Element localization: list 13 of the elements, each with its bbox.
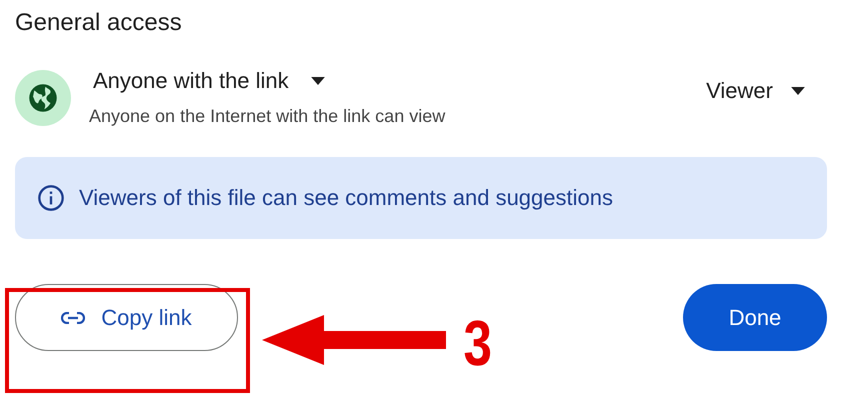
arrow-icon: [262, 313, 448, 367]
link-icon: [61, 312, 86, 324]
banner-text: Viewers of this file can see comments and suggestions: [79, 185, 613, 211]
done-button[interactable]: Done: [683, 284, 827, 351]
caret-icon: [310, 77, 325, 85]
copy-link-button[interactable]: Copy link: [15, 284, 238, 351]
access-description: Anyone on the Internet with the link can view: [89, 106, 446, 127]
section-title: General access: [14, 8, 183, 38]
access-dropdown[interactable]: Anyone with the link: [93, 68, 325, 94]
caret-icon: [791, 86, 805, 94]
step-number: 3: [464, 308, 492, 378]
info-icon: [37, 184, 65, 212]
role-dropdown[interactable]: Viewer: [706, 78, 805, 104]
